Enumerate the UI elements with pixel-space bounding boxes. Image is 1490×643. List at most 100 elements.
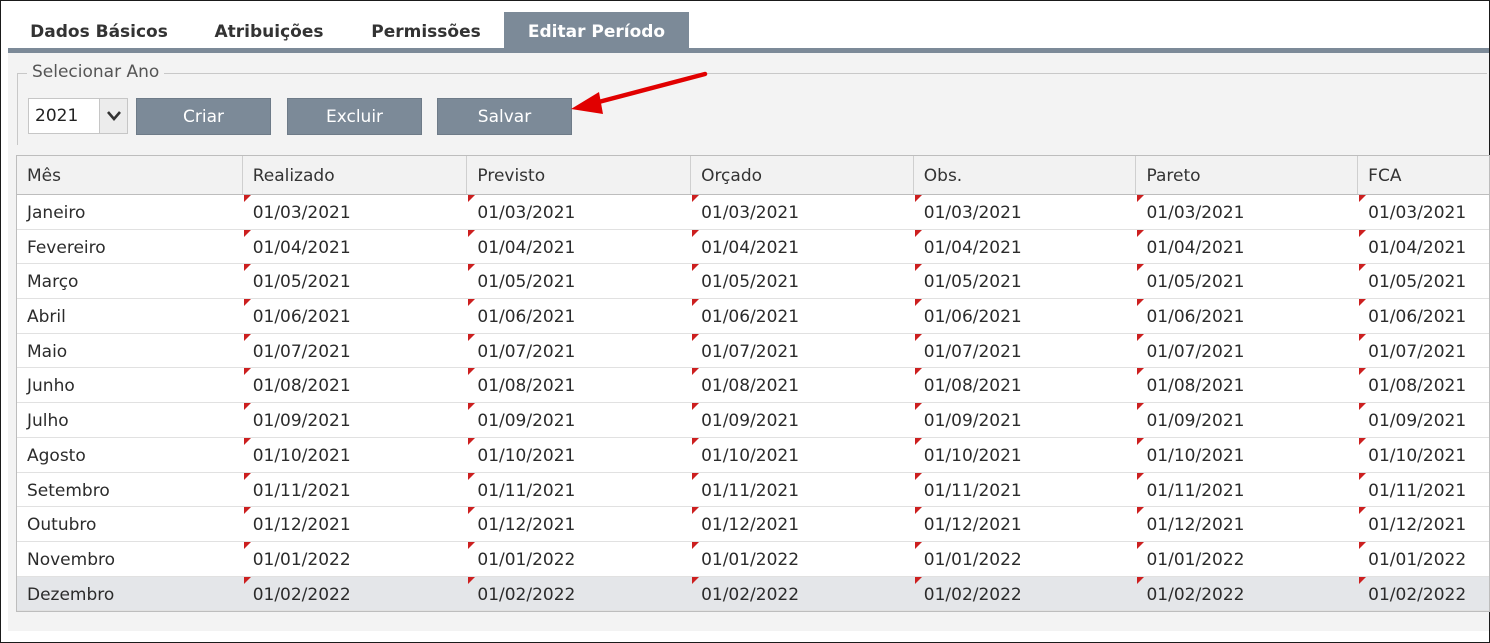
date-cell[interactable]: 01/12/2021: [243, 507, 468, 541]
date-cell[interactable]: 01/04/2021: [1136, 229, 1358, 264]
table-row[interactable]: Outubro 01/12/2021 01/12/2021 01/12/2021 01/…: [17, 507, 1489, 542]
date-cell[interactable]: 01/12/2021: [467, 507, 691, 541]
table-row[interactable]: Fevereiro 01/04/2021 01/04/2021 01/04/2021 0…: [17, 229, 1489, 265]
date-cell[interactable]: 01/02/2022: [243, 576, 468, 611]
date-cell[interactable]: 01/06/2021: [1136, 299, 1358, 333]
date-cell[interactable]: 01/03/2021: [1358, 195, 1489, 229]
date-cell[interactable]: 01/06/2021: [467, 299, 691, 333]
column-header-mes[interactable]: Mês: [17, 156, 243, 194]
date-cell[interactable]: 01/06/2021: [243, 299, 468, 333]
date-cell[interactable]: 01/04/2021: [467, 229, 691, 264]
date-cell[interactable]: 01/10/2021: [691, 437, 914, 472]
table-row[interactable]: Novembro 01/01/2022 01/01/2022 01/01/2022 01…: [17, 541, 1489, 577]
table-row[interactable]: Março 01/05/2021 01/05/2021 01/05/2021 01/05…: [17, 264, 1489, 300]
date-cell[interactable]: 01/11/2021: [243, 472, 468, 507]
chevron-down-icon[interactable]: [99, 99, 127, 133]
date-cell[interactable]: 01/01/2022: [691, 541, 914, 576]
date-cell[interactable]: 01/11/2021: [1136, 472, 1358, 507]
delete-button[interactable]: Excluir: [287, 98, 422, 135]
date-cell[interactable]: 01/01/2022: [1358, 541, 1489, 576]
create-button[interactable]: Criar: [136, 98, 271, 135]
date-cell[interactable]: 01/11/2021: [914, 472, 1137, 507]
date-cell[interactable]: 01/06/2021: [1358, 299, 1489, 333]
table-row[interactable]: Julho 01/09/2021 01/09/2021 01/09/2021 01/09…: [17, 403, 1489, 438]
date-cell[interactable]: 01/09/2021: [914, 403, 1137, 437]
date-cell[interactable]: 01/03/2021: [914, 195, 1137, 229]
date-cell[interactable]: 01/09/2021: [1136, 403, 1358, 437]
date-cell[interactable]: 01/01/2022: [1136, 541, 1358, 576]
date-cell[interactable]: 01/07/2021: [1358, 333, 1489, 368]
date-cell[interactable]: 01/05/2021: [914, 264, 1137, 298]
date-cell[interactable]: 01/11/2021: [467, 472, 691, 507]
date-cell[interactable]: 01/10/2021: [1358, 437, 1489, 472]
date-cell[interactable]: 01/06/2021: [691, 299, 914, 333]
date-cell[interactable]: 01/04/2021: [1358, 229, 1489, 264]
date-cell[interactable]: 01/12/2021: [1136, 507, 1358, 541]
date-cell[interactable]: 01/11/2021: [1358, 472, 1489, 507]
date-cell[interactable]: 01/03/2021: [467, 195, 691, 229]
date-cell[interactable]: 01/02/2022: [691, 576, 914, 611]
date-cell[interactable]: 01/02/2022: [467, 576, 691, 611]
date-cell[interactable]: 01/06/2021: [914, 299, 1137, 333]
date-cell[interactable]: 01/05/2021: [1136, 264, 1358, 298]
table-row[interactable]: Junho 01/08/2021 01/08/2021 01/08/2021 01/08…: [17, 368, 1489, 404]
date-cell[interactable]: 01/01/2022: [467, 541, 691, 576]
date-cell[interactable]: 01/09/2021: [691, 403, 914, 437]
date-cell[interactable]: 01/02/2022: [1136, 576, 1358, 611]
date-cell[interactable]: 01/10/2021: [243, 437, 468, 472]
date-cell[interactable]: 01/12/2021: [1358, 507, 1489, 541]
tab-editar-periodo[interactable]: Editar Período: [504, 12, 689, 48]
date-cell[interactable]: 01/02/2022: [1358, 576, 1489, 611]
date-cell[interactable]: 01/07/2021: [1136, 333, 1358, 368]
table-row[interactable]: Setembro 01/11/2021 01/11/2021 01/11/2021 01…: [17, 472, 1489, 508]
date-cell[interactable]: 01/08/2021: [1136, 368, 1358, 402]
table-row[interactable]: Abril 01/06/2021 01/06/2021 01/06/2021 01/06…: [17, 299, 1489, 334]
date-cell[interactable]: 01/05/2021: [1358, 264, 1489, 298]
date-cell[interactable]: 01/12/2021: [691, 507, 914, 541]
save-button[interactable]: Salvar: [437, 98, 572, 135]
column-header-realizado[interactable]: Realizado: [243, 156, 468, 194]
date-cell[interactable]: 01/10/2021: [914, 437, 1137, 472]
tab-permissoes[interactable]: Permissões: [348, 12, 504, 48]
date-cell[interactable]: 01/03/2021: [243, 195, 468, 229]
column-header-pareto[interactable]: Pareto: [1136, 156, 1359, 194]
date-cell[interactable]: 01/05/2021: [467, 264, 691, 298]
date-cell[interactable]: 01/01/2022: [914, 541, 1137, 576]
date-cell[interactable]: 01/08/2021: [691, 368, 914, 402]
date-cell[interactable]: 01/03/2021: [691, 195, 914, 229]
date-cell[interactable]: 01/09/2021: [243, 403, 468, 437]
date-cell[interactable]: 01/08/2021: [243, 368, 468, 402]
date-cell[interactable]: 01/01/2022: [243, 541, 468, 576]
date-cell[interactable]: 01/03/2021: [1136, 195, 1358, 229]
date-cell[interactable]: 01/09/2021: [467, 403, 691, 437]
date-cell[interactable]: 01/08/2021: [914, 368, 1137, 402]
year-select[interactable]: 2021: [28, 98, 128, 134]
date-cell[interactable]: 01/08/2021: [1358, 368, 1489, 402]
column-header-fca[interactable]: FCA: [1358, 156, 1489, 194]
date-cell[interactable]: 01/07/2021: [914, 333, 1137, 368]
tab-atribuicoes[interactable]: Atribuições: [190, 12, 348, 48]
table-row[interactable]: Janeiro 01/03/2021 01/03/2021 01/03/2021 01/…: [17, 195, 1489, 230]
table-row[interactable]: Agosto 01/10/2021 01/10/2021 01/10/2021 01/1…: [17, 437, 1489, 473]
table-row[interactable]: Maio 01/07/2021 01/07/2021 01/07/2021 01/07/…: [17, 333, 1489, 369]
date-cell[interactable]: 01/10/2021: [1136, 437, 1358, 472]
tab-dados-basicos[interactable]: Dados Básicos: [8, 12, 190, 48]
date-cell[interactable]: 01/07/2021: [243, 333, 468, 368]
date-cell[interactable]: 01/07/2021: [467, 333, 691, 368]
date-cell[interactable]: 01/10/2021: [467, 437, 691, 472]
date-cell[interactable]: 01/07/2021: [691, 333, 914, 368]
column-header-orcado[interactable]: Orçado: [691, 156, 914, 194]
date-cell[interactable]: 01/12/2021: [914, 507, 1137, 541]
date-cell[interactable]: 01/05/2021: [243, 264, 468, 298]
date-cell[interactable]: 01/11/2021: [691, 472, 914, 507]
table-row[interactable]: Dezembro 01/02/2022 01/02/2022 01/02/2022 01…: [17, 576, 1489, 611]
column-header-previsto[interactable]: Previsto: [467, 156, 692, 194]
date-cell[interactable]: 01/05/2021: [691, 264, 914, 298]
date-cell[interactable]: 01/09/2021: [1358, 403, 1489, 437]
date-cell[interactable]: 01/04/2021: [914, 229, 1137, 264]
date-cell[interactable]: 01/08/2021: [467, 368, 691, 402]
date-cell[interactable]: 01/04/2021: [243, 229, 468, 264]
date-cell[interactable]: 01/04/2021: [691, 229, 914, 264]
date-cell[interactable]: 01/02/2022: [914, 576, 1137, 611]
column-header-obs[interactable]: Obs.: [914, 156, 1137, 194]
